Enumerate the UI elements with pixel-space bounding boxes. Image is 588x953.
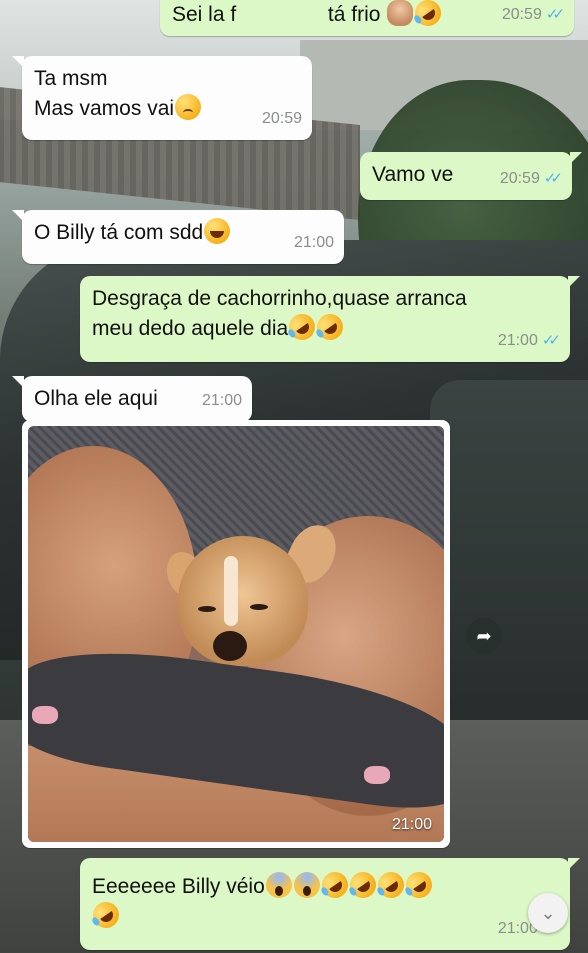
message-time: 20:59	[501, 6, 542, 23]
chevron-double-down-icon: ⌄	[540, 902, 556, 923]
wallpaper-car-side	[430, 380, 588, 740]
photo-detail	[250, 604, 268, 610]
disappointed-emoji-icon	[175, 94, 202, 120]
message-line: Mas vamos vai	[34, 97, 175, 120]
message-line: meu dedo aquele dia	[92, 317, 289, 340]
forward-arrow-icon: ➦	[476, 625, 492, 646]
message-outgoing[interactable]: Eeeeeee Billy véio 21:00 ✓✓	[80, 858, 580, 950]
scream-emoji-icon	[293, 872, 320, 898]
message-outgoing[interactable]: Vamo ve 20:59 ✓✓	[360, 152, 582, 200]
photo-dog-image[interactable]: 21:00	[28, 426, 444, 842]
message-text: Eeeeeee Billy véio	[92, 875, 265, 898]
message-line: Desgraça de cachorrinho,quase arranca	[92, 287, 467, 310]
message-text: Vamo ve	[372, 163, 454, 186]
rofl-emoji-icon	[312, 308, 349, 346]
message-text: O Billy tá com sdd	[34, 221, 204, 244]
rofl-emoji-icon	[344, 866, 381, 904]
forward-button[interactable]: ➦	[466, 618, 502, 654]
photo-detail	[224, 556, 238, 626]
message-meta: 21:00 ✓✓	[497, 326, 561, 356]
message-meta: 21:00	[202, 386, 242, 416]
message-incoming[interactable]: Ta msm Mas vamos vai 20:59	[12, 56, 312, 140]
read-ticks-icon: ✓✓	[545, 6, 565, 23]
message-time: 20:59	[261, 110, 302, 127]
scream-emoji-icon	[265, 872, 292, 898]
photo-detail	[32, 706, 58, 724]
message-text-cont: tá frio	[327, 3, 381, 26]
rofl-emoji-icon	[316, 866, 353, 904]
message-line: Ta msm	[34, 67, 108, 90]
message-text: Sei la f	[172, 3, 237, 26]
message-outgoing[interactable]: Sei la f tá frio 20:59 ✓✓	[160, 0, 574, 36]
message-incoming[interactable]: O Billy tá com sdd 21:00	[12, 210, 344, 264]
rofl-emoji-icon	[284, 308, 321, 346]
rofl-emoji-icon	[372, 866, 409, 904]
joy-emoji-icon	[204, 218, 231, 244]
message-time: 20:59	[499, 170, 540, 187]
message-meta: 20:59 ✓✓	[499, 164, 563, 194]
message-incoming[interactable]: Olha ele aqui 21:00	[12, 376, 252, 422]
photo-detail	[198, 606, 216, 612]
scroll-down-button[interactable]: ⌄	[528, 893, 568, 933]
message-meta: 20:59	[262, 104, 302, 134]
rofl-emoji-icon	[410, 0, 447, 32]
message-time: 21:00	[293, 234, 334, 251]
read-ticks-icon: ✓✓	[541, 332, 561, 349]
message-photo[interactable]: 21:00	[22, 420, 450, 848]
read-ticks-icon: ✓✓	[543, 170, 563, 187]
message-meta: 21:00	[294, 228, 334, 258]
person-facepalm-emoji-icon	[387, 0, 414, 26]
rofl-emoji-icon	[87, 896, 125, 934]
photo-detail	[364, 766, 390, 784]
message-outgoing[interactable]: Desgraça de cachorrinho,quase arranca me…	[80, 276, 580, 362]
message-time: 21:00	[201, 392, 242, 409]
photo-detail	[213, 631, 247, 661]
message-time: 21:00	[497, 332, 538, 349]
message-meta: 20:59 ✓✓	[501, 0, 565, 30]
message-time: 21:00	[391, 816, 432, 833]
rofl-emoji-icon	[400, 866, 437, 904]
message-text: Olha ele aqui	[34, 387, 158, 410]
